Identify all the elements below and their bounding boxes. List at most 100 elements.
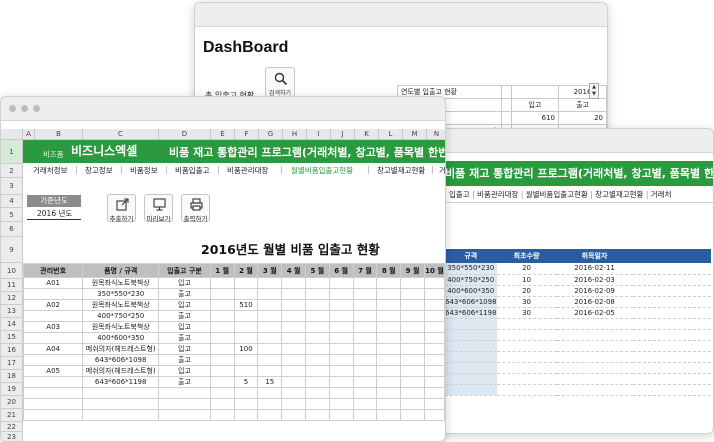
table-cell[interactable] bbox=[328, 387, 354, 399]
table-cell[interactable] bbox=[328, 365, 354, 377]
row-header[interactable]: 5 bbox=[1, 208, 23, 222]
row-header[interactable]: 14 bbox=[1, 318, 23, 331]
table-cell[interactable]: 입고 bbox=[158, 299, 211, 311]
menu-item-inout[interactable]: 입출고 bbox=[449, 190, 470, 199]
table-cell[interactable]: 메쉬의자(헤드레스트형) bbox=[82, 343, 160, 355]
row-header[interactable]: 10 bbox=[1, 263, 23, 279]
table-cell[interactable] bbox=[257, 277, 283, 289]
table-cell[interactable] bbox=[209, 409, 235, 421]
table-cell[interactable] bbox=[423, 332, 445, 344]
table-cell[interactable]: A04 bbox=[22, 343, 84, 355]
table-cell[interactable] bbox=[352, 409, 378, 421]
table-cell[interactable] bbox=[423, 398, 445, 410]
table-cell[interactable] bbox=[352, 387, 378, 399]
table-cell[interactable] bbox=[233, 288, 259, 300]
table-cell[interactable] bbox=[22, 310, 84, 322]
table-cell[interactable] bbox=[281, 387, 306, 399]
base-year-select[interactable]: 2016 년도 bbox=[27, 208, 81, 220]
row-header[interactable]: 13 bbox=[1, 305, 23, 318]
table-cell[interactable] bbox=[257, 398, 283, 410]
table-cell[interactable] bbox=[257, 310, 283, 322]
menu-item-monthly-inout[interactable]: 월별비품입출고현황 bbox=[291, 165, 353, 176]
row-header[interactable]: 4 bbox=[1, 195, 23, 208]
table-cell[interactable]: 원목좌식노트북책상 bbox=[82, 277, 160, 289]
table-cell[interactable] bbox=[376, 299, 402, 311]
table-cell[interactable]: A05 bbox=[22, 365, 84, 377]
table-cell[interactable] bbox=[328, 376, 354, 388]
table-cell[interactable] bbox=[352, 277, 378, 289]
table-cell[interactable] bbox=[257, 321, 283, 333]
table-cell[interactable] bbox=[304, 354, 330, 366]
column-header[interactable]: A bbox=[23, 129, 35, 140]
table-cell[interactable] bbox=[257, 354, 283, 366]
table-cell[interactable] bbox=[233, 332, 259, 344]
table-cell[interactable] bbox=[328, 398, 354, 410]
menu-item-item-inout[interactable]: 비품입출고 bbox=[175, 165, 210, 176]
row-header[interactable]: 16 bbox=[1, 344, 23, 357]
table-cell[interactable] bbox=[257, 409, 283, 421]
table-cell[interactable]: 350*550*230 bbox=[82, 288, 160, 300]
column-header[interactable]: C bbox=[83, 129, 159, 140]
column-header[interactable]: J bbox=[331, 129, 355, 140]
table-cell[interactable] bbox=[281, 398, 306, 410]
table-cell[interactable]: 메쉬의자(헤드레스트형) bbox=[82, 365, 160, 377]
table-cell[interactable] bbox=[304, 409, 330, 421]
table-cell[interactable] bbox=[423, 409, 445, 421]
row-header[interactable]: 17 bbox=[1, 357, 23, 370]
table-cell[interactable] bbox=[304, 332, 330, 344]
table-cell[interactable] bbox=[257, 332, 283, 344]
table-cell[interactable] bbox=[22, 376, 84, 388]
table-cell[interactable] bbox=[281, 354, 306, 366]
table-cell[interactable] bbox=[400, 277, 425, 289]
table-cell[interactable]: 원목좌식노트북책상 bbox=[82, 299, 160, 311]
table-cell[interactable] bbox=[423, 354, 445, 366]
table-cell[interactable] bbox=[22, 409, 84, 421]
table-cell[interactable] bbox=[304, 343, 330, 355]
menu-item-warehouse-stock[interactable]: 창고별재고현황 bbox=[595, 190, 643, 199]
table-cell[interactable] bbox=[423, 365, 445, 377]
table-cell[interactable] bbox=[400, 365, 425, 377]
table-cell[interactable] bbox=[328, 310, 354, 322]
table-cell[interactable] bbox=[328, 354, 354, 366]
table-cell[interactable] bbox=[400, 332, 425, 344]
table-cell[interactable] bbox=[281, 365, 306, 377]
row-header[interactable]: 9 bbox=[1, 237, 23, 263]
table-cell[interactable] bbox=[352, 299, 378, 311]
table-cell[interactable] bbox=[400, 299, 425, 311]
table-cell[interactable] bbox=[281, 288, 306, 300]
table-cell[interactable] bbox=[423, 387, 445, 399]
menu-item-client[interactable]: 거래처 bbox=[651, 190, 672, 199]
table-cell[interactable] bbox=[22, 288, 84, 300]
table-cell[interactable] bbox=[281, 332, 306, 344]
table-cell[interactable] bbox=[423, 288, 445, 300]
column-header[interactable]: H bbox=[283, 129, 307, 140]
table-cell[interactable] bbox=[158, 409, 211, 421]
row-header[interactable]: 18 bbox=[1, 370, 23, 383]
table-cell[interactable]: 출고 bbox=[158, 354, 211, 366]
table-cell[interactable] bbox=[352, 398, 378, 410]
column-header[interactable]: G bbox=[259, 129, 283, 140]
table-cell[interactable] bbox=[209, 365, 235, 377]
table-cell[interactable] bbox=[376, 398, 402, 410]
table-cell[interactable] bbox=[209, 310, 235, 322]
table-cell[interactable] bbox=[209, 321, 235, 333]
table-cell[interactable] bbox=[233, 321, 259, 333]
table-cell[interactable] bbox=[281, 409, 306, 421]
table-cell[interactable] bbox=[352, 288, 378, 300]
menu-item-client-more[interactable]: 거래 bbox=[439, 165, 445, 176]
row-header[interactable]: 23 bbox=[1, 432, 23, 441]
table-cell[interactable] bbox=[233, 310, 259, 322]
table-cell[interactable] bbox=[352, 332, 378, 344]
table-cell[interactable] bbox=[281, 376, 306, 388]
table-cell[interactable] bbox=[257, 343, 283, 355]
table-cell[interactable] bbox=[22, 398, 84, 410]
column-header[interactable]: D bbox=[159, 129, 211, 140]
table-cell[interactable] bbox=[400, 398, 425, 410]
table-cell[interactable]: A02 bbox=[22, 299, 84, 311]
table-cell[interactable] bbox=[304, 365, 330, 377]
export-button[interactable]: 추출하기 bbox=[107, 194, 136, 223]
row-header[interactable]: 19 bbox=[1, 383, 23, 396]
table-cell[interactable] bbox=[423, 277, 445, 289]
table-cell[interactable] bbox=[233, 409, 259, 421]
table-cell[interactable] bbox=[376, 321, 402, 333]
